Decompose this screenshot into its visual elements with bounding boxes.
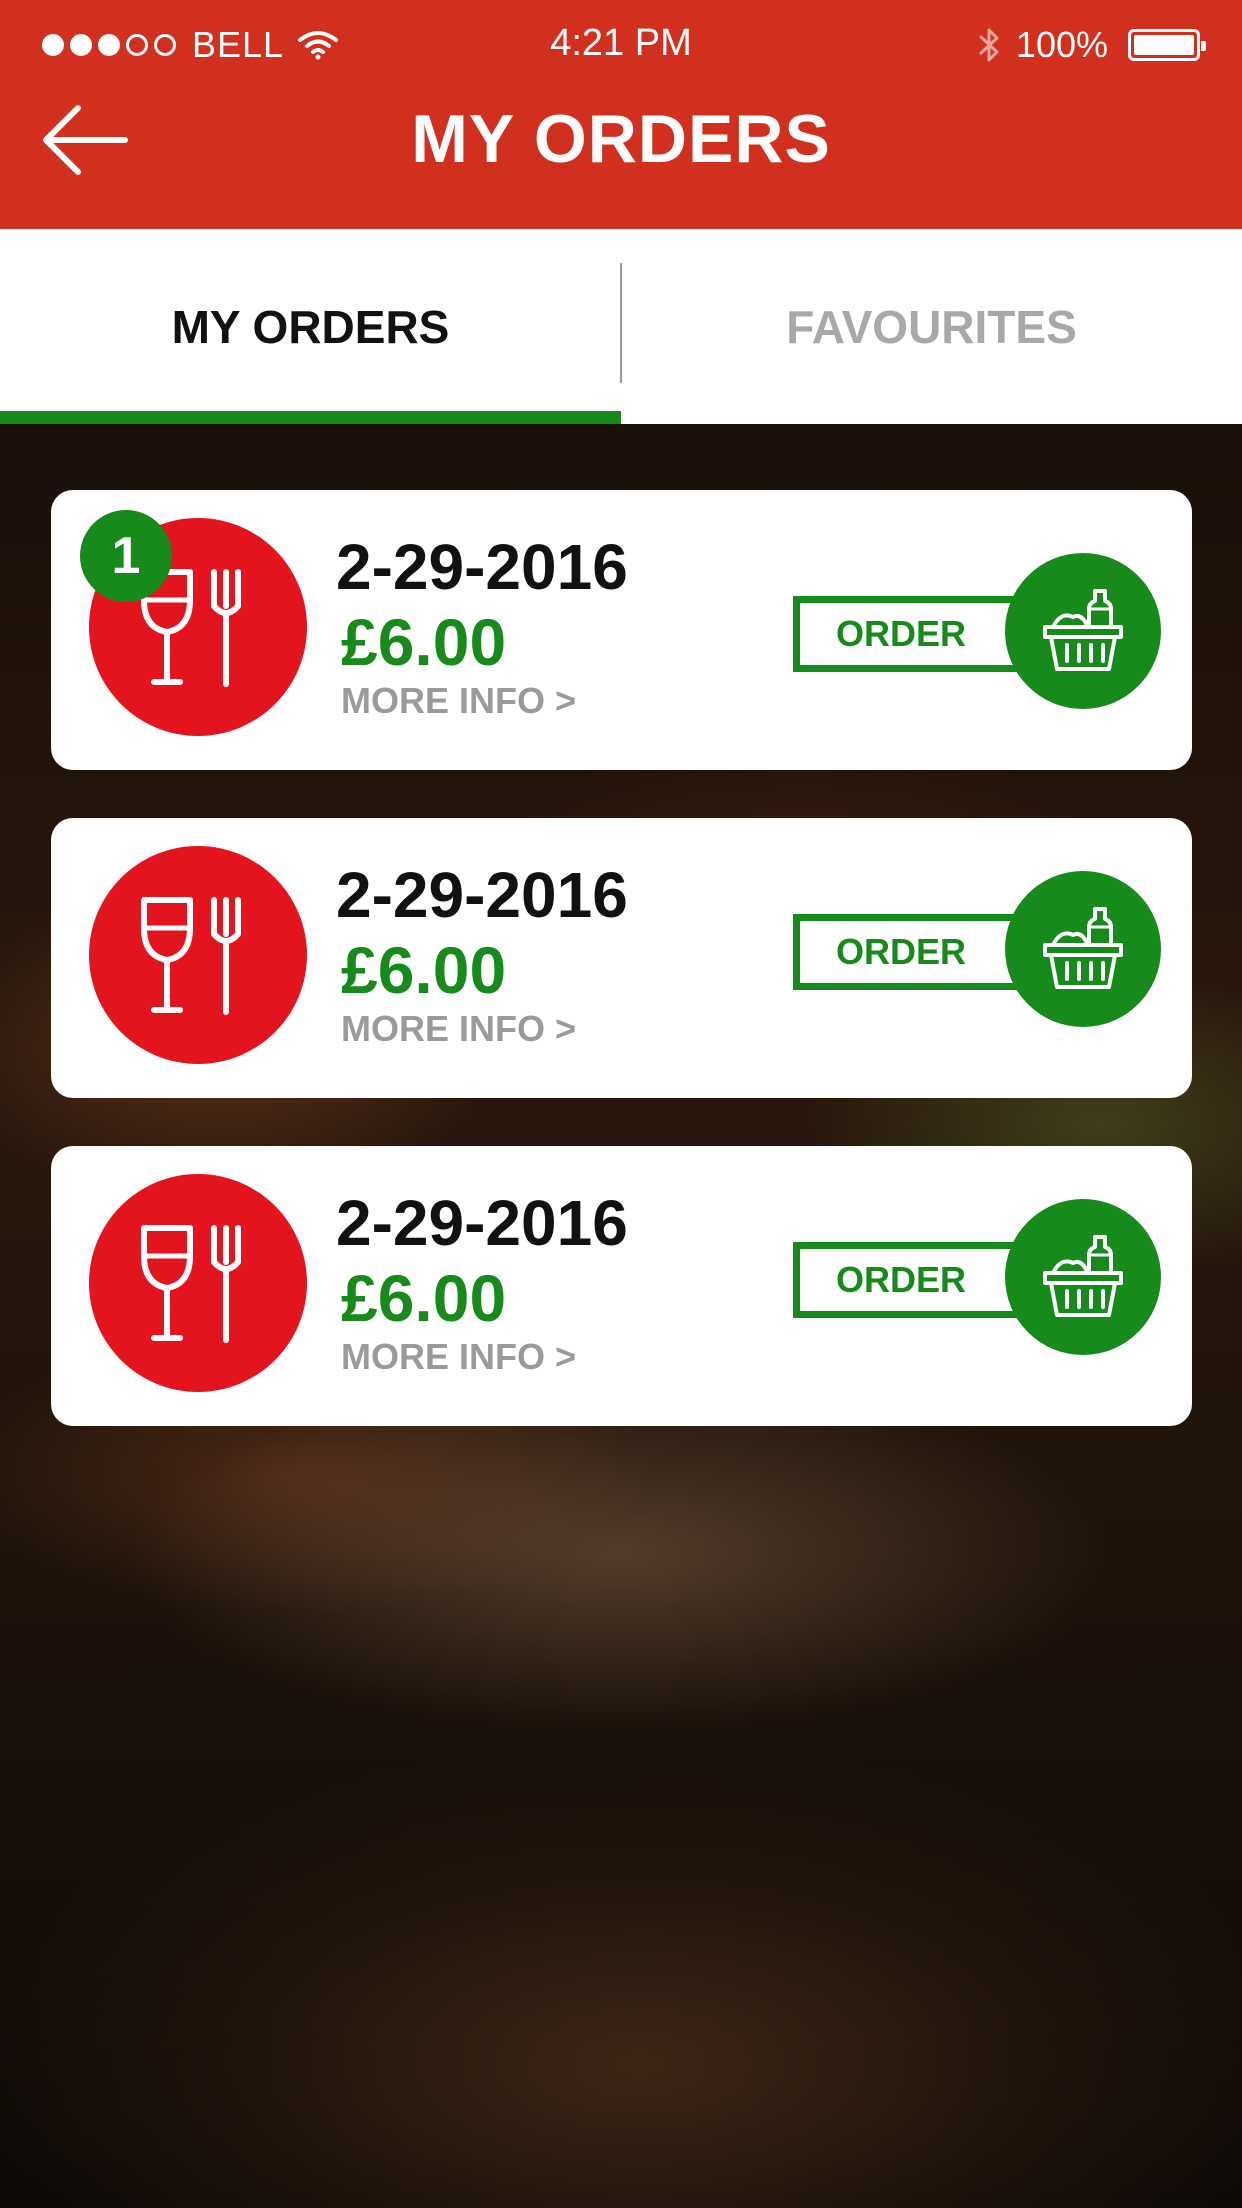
order-date: 2-29-2016 [336,1187,628,1259]
order-price: £6.00 [341,1261,507,1335]
order-price: £6.00 [341,605,507,679]
shopping-basket-icon[interactable] [1005,871,1161,1027]
order-date: 2-29-2016 [336,531,628,603]
basket-glyph [1043,907,1123,989]
order-button-label: ORDER [836,1259,967,1300]
plate-glyph [141,1225,241,1343]
shopping-basket-icon[interactable] [1005,553,1161,709]
wine-glass-fork-icon [89,846,307,1064]
tab-my-orders[interactable]: MY ORDERS [0,229,621,424]
order-button-label: ORDER [836,931,967,972]
order-card[interactable]: 2-29-2016 £6.00 MORE INFO > ORDER [51,490,1192,770]
shopping-basket-icon[interactable] [1005,1199,1161,1355]
status-right: 100% [976,24,1206,66]
order-card[interactable]: 2-29-2016 £6.00 MORE INFO > ORDER [51,818,1192,1098]
order-button[interactable]: ORDER [793,596,1033,672]
battery-icon [1128,29,1206,61]
bluetooth-icon [978,28,999,62]
more-info-link[interactable]: MORE INFO > [341,1336,576,1378]
basket-glyph [1043,1235,1123,1317]
order-date: 2-29-2016 [336,859,628,931]
status-bar: BELL 4:21 PM 100% [0,0,1242,92]
order-price: £6.00 [341,933,507,1007]
app-header: BELL 4:21 PM 100% MY ORDERS [0,0,1242,229]
active-tab-indicator [0,411,621,424]
order-button[interactable]: ORDER [793,914,1033,990]
wine-glass-fork-icon [89,1174,307,1392]
more-info-link[interactable]: MORE INFO > [341,1008,576,1050]
basket-glyph [1043,589,1123,671]
order-count-badge: 1 [80,510,172,602]
order-card[interactable]: 2-29-2016 £6.00 MORE INFO > ORDER [51,1146,1192,1426]
tab-bar: MY ORDERS FAVOURITES [0,229,1242,424]
battery-percentage: 100% [1015,24,1108,65]
tab-favourites[interactable]: FAVOURITES [621,229,1242,424]
plate-glyph [141,897,241,1015]
order-button-label: ORDER [836,613,967,654]
more-info-link[interactable]: MORE INFO > [341,680,576,722]
page-title: MY ORDERS [411,101,831,177]
order-button[interactable]: ORDER [793,1242,1033,1318]
